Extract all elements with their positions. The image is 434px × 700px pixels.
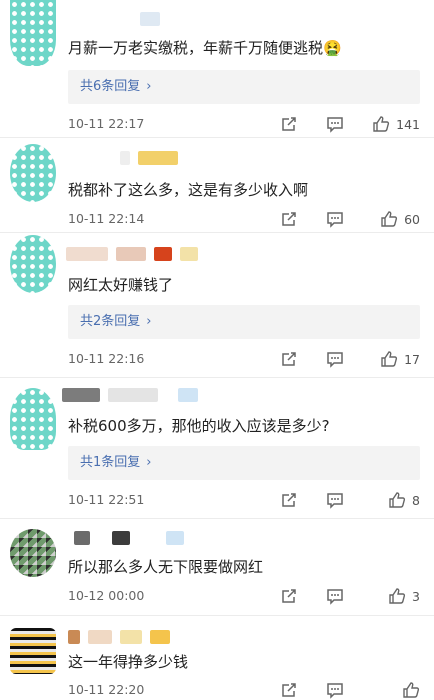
share-icon bbox=[282, 493, 296, 507]
like-button[interactable]: 141 bbox=[344, 114, 420, 134]
replies-label: 共1条回复 bbox=[80, 455, 141, 470]
avatar[interactable] bbox=[10, 235, 56, 293]
share-button[interactable] bbox=[252, 490, 298, 510]
comment-actions: 141 bbox=[252, 114, 420, 134]
like-count: 8 bbox=[412, 492, 420, 508]
like-button[interactable]: 60 bbox=[344, 209, 420, 229]
like-icon bbox=[381, 211, 398, 227]
share-icon bbox=[282, 212, 296, 226]
comment-actions: 17 bbox=[252, 349, 420, 369]
divider bbox=[0, 137, 434, 138]
share-icon bbox=[282, 683, 296, 697]
comment-icon bbox=[327, 589, 343, 605]
comment-time: 10-12 00:00 bbox=[68, 588, 145, 603]
reply-button[interactable] bbox=[298, 349, 344, 369]
comment-actions bbox=[252, 680, 420, 700]
comment-text: 网红太好赚钱了 bbox=[68, 276, 174, 294]
share-icon bbox=[282, 589, 296, 603]
comment-icon bbox=[327, 212, 343, 228]
divider bbox=[0, 232, 434, 233]
username-redacted bbox=[120, 151, 178, 165]
comment-time: 10-11 22:14 bbox=[68, 211, 145, 226]
like-button[interactable]: 8 bbox=[344, 490, 420, 510]
avatar[interactable] bbox=[10, 628, 56, 674]
like-count: 3 bbox=[412, 588, 420, 604]
reply-button[interactable] bbox=[298, 586, 344, 606]
comment-text: 所以那么多人无下限要做网红 bbox=[68, 558, 264, 576]
replies-label: 共2条回复 bbox=[80, 314, 141, 329]
comment-text: 税都补了这么多，这是有多少收入啊 bbox=[68, 181, 309, 199]
divider bbox=[0, 615, 434, 616]
chevron-right-icon: › bbox=[146, 314, 152, 329]
reply-button[interactable] bbox=[298, 209, 344, 229]
username-redacted bbox=[66, 247, 198, 261]
share-icon bbox=[282, 352, 296, 366]
share-button[interactable] bbox=[252, 114, 298, 134]
comment-actions: 3 bbox=[252, 586, 420, 606]
username-redacted bbox=[68, 630, 170, 644]
share-button[interactable] bbox=[252, 680, 298, 700]
like-button[interactable]: 17 bbox=[344, 349, 420, 369]
like-count: 17 bbox=[404, 351, 420, 367]
reply-button[interactable] bbox=[298, 680, 344, 700]
view-replies-button[interactable]: 共6条回复 › bbox=[68, 70, 420, 104]
share-button[interactable] bbox=[252, 349, 298, 369]
like-icon bbox=[403, 682, 420, 698]
comment-icon bbox=[327, 493, 343, 509]
share-button[interactable] bbox=[252, 586, 298, 606]
avatar[interactable] bbox=[10, 0, 56, 66]
comment-text: 这一年得挣多少钱 bbox=[68, 653, 189, 671]
divider bbox=[0, 518, 434, 519]
comment-actions: 60 bbox=[252, 209, 420, 229]
comment-text: 月薪一万老实缴税，年薪千万随便逃税🤮 bbox=[68, 39, 342, 57]
comment-icon bbox=[327, 352, 343, 368]
comment-time: 10-11 22:51 bbox=[68, 492, 145, 507]
avatar[interactable] bbox=[10, 388, 56, 450]
comment-actions: 8 bbox=[252, 490, 420, 510]
like-button[interactable]: 3 bbox=[344, 586, 420, 606]
replies-label: 共6条回复 bbox=[80, 79, 141, 94]
like-count: 60 bbox=[404, 211, 420, 227]
like-count: 141 bbox=[396, 116, 420, 132]
like-icon bbox=[373, 116, 390, 132]
chevron-right-icon: › bbox=[146, 79, 152, 94]
avatar[interactable] bbox=[10, 144, 56, 202]
username-redacted bbox=[62, 388, 198, 402]
comment-time: 10-11 22:16 bbox=[68, 351, 145, 366]
divider bbox=[0, 377, 434, 378]
username-redacted bbox=[74, 531, 184, 545]
like-icon bbox=[389, 588, 406, 604]
like-button[interactable] bbox=[344, 680, 420, 700]
username-redacted bbox=[140, 12, 160, 26]
reply-button[interactable] bbox=[298, 114, 344, 134]
share-button[interactable] bbox=[252, 209, 298, 229]
comment-icon bbox=[327, 117, 343, 133]
share-icon bbox=[282, 117, 296, 131]
chevron-right-icon: › bbox=[146, 455, 152, 470]
like-icon bbox=[381, 351, 398, 367]
avatar[interactable] bbox=[10, 529, 56, 577]
view-replies-button[interactable]: 共2条回复 › bbox=[68, 305, 420, 339]
comment-icon bbox=[327, 683, 343, 699]
like-icon bbox=[389, 492, 406, 508]
reply-button[interactable] bbox=[298, 490, 344, 510]
comment-time: 10-11 22:17 bbox=[68, 116, 145, 131]
comment-text: 补税600多万，那他的收入应该是多少? bbox=[68, 417, 330, 435]
view-replies-button[interactable]: 共1条回复 › bbox=[68, 446, 420, 480]
